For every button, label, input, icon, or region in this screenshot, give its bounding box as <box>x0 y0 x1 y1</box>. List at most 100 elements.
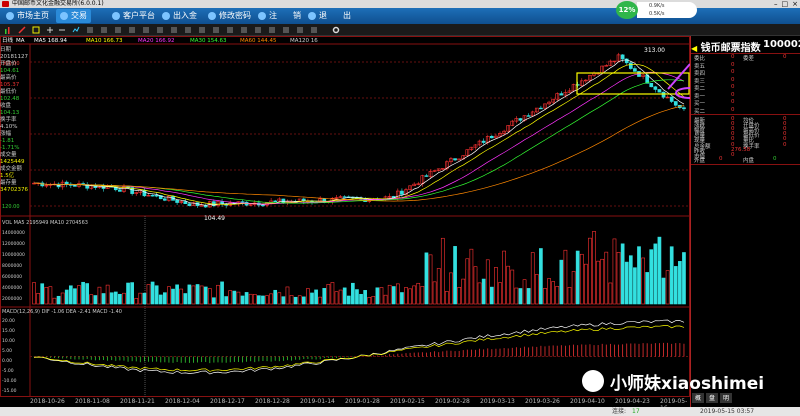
volume-axis-label: 14000000 <box>2 230 25 236</box>
prev-arrow-icon[interactable]: ◀ <box>691 44 697 53</box>
inner-label: 内盘 <box>743 158 755 164</box>
candle-body <box>669 96 674 102</box>
volume-bar <box>653 243 658 305</box>
volume-axis-label: 8000000 <box>2 263 22 269</box>
volume-bar <box>387 284 392 305</box>
volume-bar <box>518 288 523 305</box>
ma60-label: MA60 144.45 <box>240 38 277 44</box>
macd-dea-line <box>33 325 685 372</box>
logout-icon <box>258 12 266 20</box>
volume-bar <box>616 252 621 305</box>
candle-body <box>163 198 167 201</box>
zoom-out-icon[interactable] <box>58 26 66 34</box>
chart-icon-7[interactable] <box>156 26 164 34</box>
instrument-code: 100002 <box>763 39 800 50</box>
date-tick: 2019-02-15 <box>390 398 425 405</box>
volume-bar <box>355 289 359 305</box>
chart-icon-16[interactable] <box>282 26 290 34</box>
candle-body <box>657 89 662 93</box>
volume-bar <box>473 266 478 305</box>
chart-icon-13[interactable] <box>240 26 248 34</box>
chart-icon-10[interactable] <box>198 26 206 34</box>
chart-icon-14[interactable] <box>254 26 262 34</box>
nav-deposit-withdraw[interactable]: 出入金 <box>162 9 197 23</box>
nav-exit[interactable]: 退 出 <box>308 9 351 23</box>
volume-bar <box>248 293 253 305</box>
volume-bar <box>224 296 229 305</box>
tab-details[interactable]: 明 <box>720 393 733 403</box>
chart-icon-2[interactable] <box>86 26 94 34</box>
volume-bar <box>326 284 331 305</box>
volume-bar <box>73 288 77 305</box>
ma-line-20 <box>33 71 685 205</box>
volume-bar <box>608 282 613 305</box>
chart-icon-4[interactable] <box>114 26 122 34</box>
volume-bar <box>669 246 674 305</box>
orderbook-row-v: 0 <box>731 69 735 75</box>
volume-axis-label: 6000000 <box>2 274 22 280</box>
volume-bar <box>379 287 384 305</box>
volume-bar <box>142 292 147 305</box>
volume-bar <box>592 231 596 305</box>
quote-tabs: 概 盘 明 <box>692 393 800 403</box>
left-info-panel: 日期 20181127 开盘价 104.61 最高价 105.37 最低价 10… <box>0 47 30 207</box>
volume-bar <box>661 277 666 305</box>
volume-bar <box>551 281 555 305</box>
nav-logout[interactable]: 注 销 <box>258 9 301 23</box>
indicator-icon[interactable] <box>32 26 40 34</box>
chart-icon-9[interactable] <box>184 26 192 34</box>
chart-icon-6[interactable] <box>142 26 150 34</box>
chart-icon-12[interactable] <box>226 26 234 34</box>
volume-bar <box>604 251 609 305</box>
volume-bar <box>48 286 53 305</box>
maximize-button[interactable]: □ <box>782 0 789 8</box>
orderbook-row-l2: 委差 <box>743 56 755 62</box>
settings-gear-icon[interactable] <box>332 26 340 34</box>
volume-bar <box>109 292 114 305</box>
close-button[interactable]: × <box>792 0 798 8</box>
draw-tool-icon[interactable] <box>18 26 26 34</box>
chart-icon-5[interactable] <box>128 26 136 34</box>
kline-chart-area[interactable]: 日线 MA MA5 168.94 MA10 166.73 MA20 166.92… <box>0 36 690 416</box>
connection-count: 17 <box>632 408 640 415</box>
candle-body <box>281 198 286 204</box>
candle-body <box>175 200 179 203</box>
tab-orderbook[interactable]: 盘 <box>706 393 719 403</box>
nav-change-password[interactable]: 修改密码 <box>208 9 251 23</box>
volume-bar <box>122 292 126 305</box>
chart-icon-8[interactable] <box>170 26 178 34</box>
chart-icon-15[interactable] <box>268 26 276 34</box>
period-icon[interactable] <box>72 26 80 34</box>
nav-home[interactable]: 市场主页 <box>6 9 49 23</box>
chart-type-icon[interactable] <box>4 26 12 34</box>
min-price-label: 104.49 <box>204 215 225 222</box>
chart-icon-11[interactable] <box>212 26 220 34</box>
candle-body <box>673 101 678 106</box>
chart-icon-18[interactable] <box>310 26 318 34</box>
zoom-in-icon[interactable] <box>46 26 54 34</box>
chart-icon-3[interactable] <box>100 26 108 34</box>
volume-axis-label: 10000000 <box>2 252 25 258</box>
volume-bar <box>60 292 65 305</box>
volume-bar <box>665 270 670 305</box>
status-bar: 连接: 17 2019-05-15 03:57 <box>0 407 800 416</box>
macd-axis-label: -5.00 <box>2 368 14 374</box>
nav-trade[interactable]: 交易 <box>56 9 91 23</box>
chart-icon-17[interactable] <box>296 26 304 34</box>
volume-bar <box>85 283 90 305</box>
volume-bar <box>494 267 498 305</box>
quote-sep-3 <box>691 164 800 165</box>
wechat-logo-icon <box>582 370 604 392</box>
nav-client-platform[interactable]: 客户平台 <box>112 9 155 23</box>
volume-bar <box>502 250 506 305</box>
tab-overview[interactable]: 概 <box>692 393 705 403</box>
macd-axis: 20.00 15.00 10.00 5.00 0.00 -5.00 -10.00 -15.00 <box>2 318 17 394</box>
volume-bar <box>547 278 551 305</box>
volume-bar <box>543 288 547 305</box>
minimize-button[interactable]: – <box>774 0 778 8</box>
date-tick: 2018-12-17 <box>210 398 245 405</box>
date-tick: 2018-12-04 <box>165 398 200 405</box>
orderbook-row-v: 0 <box>731 91 735 98</box>
volume-bar <box>40 283 45 305</box>
candle-body <box>273 200 278 203</box>
